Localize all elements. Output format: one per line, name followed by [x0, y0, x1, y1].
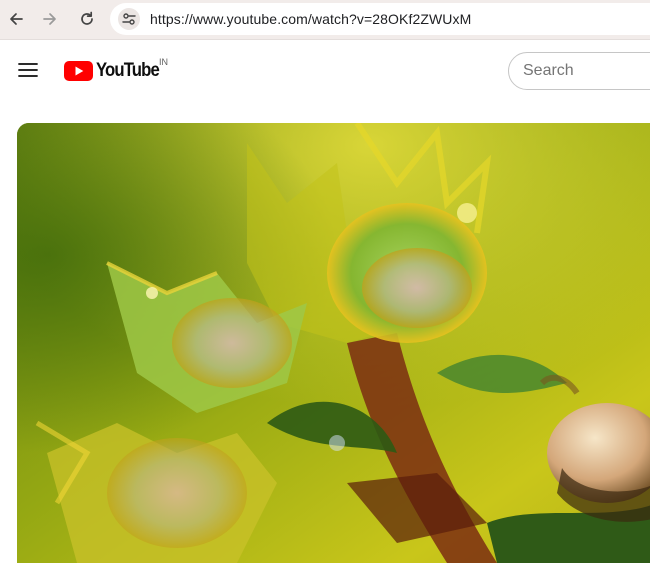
url-text[interactable]: https://www.youtube.com/watch?v=28OKf2ZW…: [150, 11, 471, 27]
country-code: IN: [159, 57, 168, 67]
browser-toolbar: https://www.youtube.com/watch?v=28OKf2ZW…: [0, 0, 650, 40]
youtube-logo[interactable]: YouTube: [64, 59, 167, 83]
logo-wordmark: YouTube: [96, 60, 160, 81]
search-input[interactable]: [523, 61, 650, 81]
video-frame: [17, 123, 650, 563]
reload-button[interactable]: [76, 8, 98, 30]
video-player[interactable]: [17, 123, 650, 563]
youtube-play-icon: [64, 61, 93, 81]
back-button[interactable]: [5, 8, 27, 30]
back-arrow-icon: [10, 13, 23, 25]
search-box[interactable]: [508, 52, 650, 90]
forward-button[interactable]: [39, 8, 61, 30]
address-bar[interactable]: https://www.youtube.com/watch?v=28OKf2ZW…: [110, 3, 650, 35]
site-settings-button[interactable]: [118, 8, 140, 30]
forward-arrow-icon: [43, 13, 56, 25]
hamburger-menu-icon: [18, 63, 38, 77]
youtube-masthead: YouTube IN: [0, 40, 650, 102]
site-settings-icon: [122, 13, 136, 25]
reload-icon: [81, 11, 93, 25]
guide-menu-button[interactable]: [16, 58, 40, 82]
